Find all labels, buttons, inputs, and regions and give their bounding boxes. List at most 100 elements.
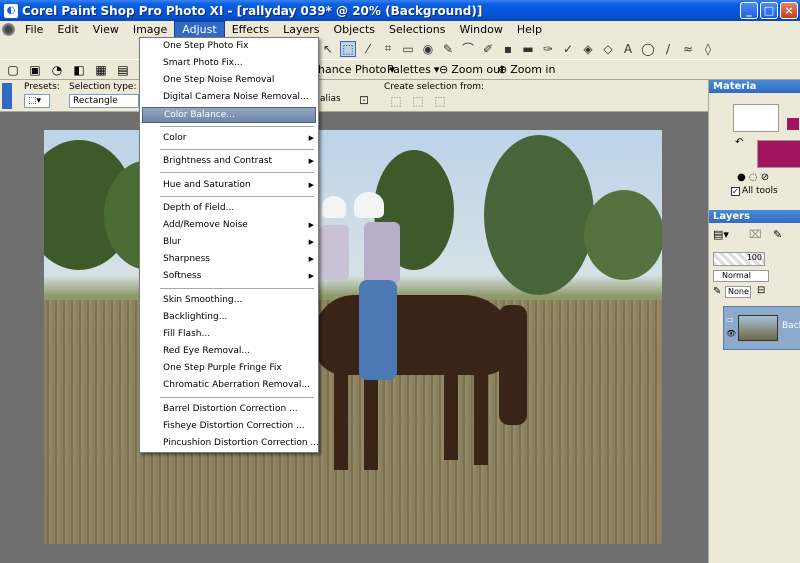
selection-from-merged-icon[interactable]: ⬚ xyxy=(432,93,448,109)
close-button[interactable]: × xyxy=(780,2,798,19)
custom-selection-icon[interactable]: ⊡ xyxy=(356,92,372,108)
menu-effects[interactable]: Effects xyxy=(225,22,276,37)
blend-mode-dropdown[interactable]: Normal xyxy=(713,270,769,282)
menu-help[interactable]: Help xyxy=(510,22,549,37)
menu-objects[interactable]: Objects xyxy=(326,22,382,37)
selection-type-dropdown[interactable]: Rectangle xyxy=(69,94,139,108)
new-file-icon[interactable]: ▢ xyxy=(4,61,22,79)
menu-blur[interactable]: Blur ▶ xyxy=(140,234,318,250)
makeover-tool-icon[interactable]: ✎ xyxy=(440,41,456,57)
menu-pincushion-distortion[interactable]: Pincushion Distortion Correction ... xyxy=(140,435,319,451)
menu-color[interactable]: Color ▶ xyxy=(140,130,318,146)
retouch-tool-icon[interactable]: ✓ xyxy=(560,41,576,57)
selection-from-layer-icon[interactable]: ⬚ xyxy=(388,93,404,109)
tree-far-right xyxy=(584,190,662,280)
dropper-tool-icon[interactable]: ⁄ xyxy=(360,41,376,57)
background-swatch[interactable] xyxy=(757,140,800,168)
all-tools-checkbox[interactable]: ✓ All tools xyxy=(731,186,778,196)
fill-tool-icon[interactable]: ▪ xyxy=(500,41,516,57)
crop-tool-icon[interactable]: ⌗ xyxy=(380,41,396,57)
menu-add-remove-noise[interactable]: Add/Remove Noise ▶ xyxy=(140,217,318,233)
menu-fisheye-distortion[interactable]: Fisheye Distortion Correction ... xyxy=(140,418,318,434)
zoom-in-button[interactable]: ⊕ Zoom in xyxy=(498,63,555,76)
maximize-button[interactable]: □ xyxy=(760,2,778,19)
mesh-warp-icon[interactable]: ◊ xyxy=(700,41,716,57)
menu-hue-saturation[interactable]: Hue and Saturation ▶ xyxy=(140,177,318,193)
menu-view[interactable]: View xyxy=(86,22,126,37)
warp-brush-icon[interactable]: ≈ xyxy=(680,41,696,57)
print-icon[interactable]: ▤ xyxy=(114,61,132,79)
eye-icon[interactable]: 👁 xyxy=(726,329,736,338)
selection-tool-icon[interactable]: ⬚ xyxy=(340,40,356,57)
swap-colors-icon[interactable]: ↶ xyxy=(735,137,743,148)
opacity-field[interactable]: 100 xyxy=(713,252,765,266)
delete-layer-icon[interactable]: ⌧ xyxy=(749,228,762,241)
pen-draw-icon[interactable]: / xyxy=(660,41,676,57)
presets-dropdown[interactable]: ⬚▾ xyxy=(24,94,50,108)
mask-value-field[interactable]: None xyxy=(725,286,751,298)
enhance-photo-button[interactable]: hance Photo ▾ xyxy=(318,63,395,76)
tool-options-palette: Presets: ⬚▾ Selection type: Rectangle al… xyxy=(0,80,708,112)
text-tool-icon[interactable]: A xyxy=(620,41,636,57)
red-eye-tool-icon[interactable]: ◉ xyxy=(420,41,436,57)
menu-fill-flash[interactable]: Fill Flash... xyxy=(140,326,318,342)
menu-one-step-photo-fix[interactable]: One Step Photo Fix xyxy=(140,38,318,54)
palettes-button[interactable]: Palettes ▾ xyxy=(387,63,439,76)
menu-selections[interactable]: Selections xyxy=(382,22,452,37)
menu-softness[interactable]: Softness ▶ xyxy=(140,268,318,284)
tools-toolbar-left xyxy=(0,38,140,59)
foreground-swatch[interactable] xyxy=(733,104,779,132)
menu-window[interactable]: Window xyxy=(452,22,509,37)
presets-label: Presets: xyxy=(24,82,60,92)
paint-brush-icon[interactable]: ✐ xyxy=(480,41,496,57)
background-eraser-icon[interactable]: ◇ xyxy=(600,41,616,57)
image-canvas[interactable] xyxy=(44,130,662,544)
browse-icon[interactable]: ◔ xyxy=(48,61,66,79)
shape-tool-icon[interactable]: ◈ xyxy=(580,41,596,57)
layer-row-background[interactable]: ▭ 👁 Backg xyxy=(723,306,800,350)
menu-file[interactable]: File xyxy=(18,22,50,37)
menu-smart-photo-fix[interactable]: Smart Photo Fix... xyxy=(140,55,318,71)
menu-red-eye-removal[interactable]: Red Eye Removal... xyxy=(140,343,318,359)
horse-tail xyxy=(499,305,527,425)
save-icon[interactable]: ▦ xyxy=(92,61,110,79)
minimize-button[interactable]: _ xyxy=(740,2,758,19)
palette-grip[interactable] xyxy=(2,83,12,109)
menu-depth-of-field[interactable]: Depth of Field... xyxy=(140,200,318,216)
pen-tool-icon[interactable]: ✑ xyxy=(540,41,556,57)
document-icon[interactable] xyxy=(2,23,15,36)
zoom-out-button[interactable]: ⊖ Zoom out xyxy=(439,63,504,76)
open-folder-icon[interactable]: ▣ xyxy=(26,61,44,79)
menu-brightness-contrast[interactable]: Brightness and Contrast ▶ xyxy=(140,153,318,169)
menu-adjust[interactable]: Adjust xyxy=(174,21,225,38)
enhance-photo-label: hance Photo xyxy=(318,63,387,76)
all-tools-label: All tools xyxy=(742,186,778,196)
perspective-tool-icon[interactable]: ▭ xyxy=(400,41,416,57)
style-icons[interactable]: ● ◌ ⊘ xyxy=(737,172,769,183)
menu-purple-fringe-fix[interactable]: One Step Purple Fringe Fix xyxy=(140,360,318,376)
menu-chromatic-aberration[interactable]: Chromatic Aberration Removal... xyxy=(140,377,318,393)
app-icon[interactable]: ◐ xyxy=(4,3,18,18)
clone-tool-icon[interactable]: ⌒ xyxy=(460,41,476,57)
selection-from-image-icon[interactable]: ⬚ xyxy=(410,93,426,109)
menu-edit[interactable]: Edit xyxy=(50,22,85,37)
preset-shape-icon[interactable]: ◯ xyxy=(640,41,656,57)
menu-backlighting[interactable]: Backlighting... xyxy=(140,309,318,325)
menu-sharpness[interactable]: Sharpness ▶ xyxy=(140,251,318,267)
color-swatch-small[interactable] xyxy=(787,118,799,130)
menu-one-step-noise-removal[interactable]: One Step Noise Removal xyxy=(140,72,318,88)
menu-color-balance[interactable]: Color Balance... xyxy=(142,107,316,123)
eraser-tool-icon[interactable]: ▬ xyxy=(520,41,536,57)
menu-skin-smoothing[interactable]: Skin Smoothing... xyxy=(140,292,318,308)
scan-icon[interactable]: ◧ xyxy=(70,61,88,79)
standard-toolbar: ▢ ▣ ◔ ◧ ▦ ▤ hance Photo ▾ Palettes ▾ ⊖ Z… xyxy=(0,59,800,80)
pick-tool-icon[interactable]: ↖ xyxy=(320,41,336,57)
menu-image[interactable]: Image xyxy=(126,22,174,37)
visibility-icon[interactable]: ▭ xyxy=(726,315,734,324)
menu-layers[interactable]: Layers xyxy=(276,22,326,37)
menu-barrel-distortion[interactable]: Barrel Distortion Correction ... xyxy=(140,401,318,417)
new-layer-icon[interactable]: ▤▾ xyxy=(713,228,729,241)
layer-properties-icon[interactable]: ✎ xyxy=(773,228,782,241)
menu-digital-camera-noise-removal[interactable]: Digital Camera Noise Removal... xyxy=(140,89,318,105)
lock-icon[interactable]: ⊟ xyxy=(757,285,765,296)
